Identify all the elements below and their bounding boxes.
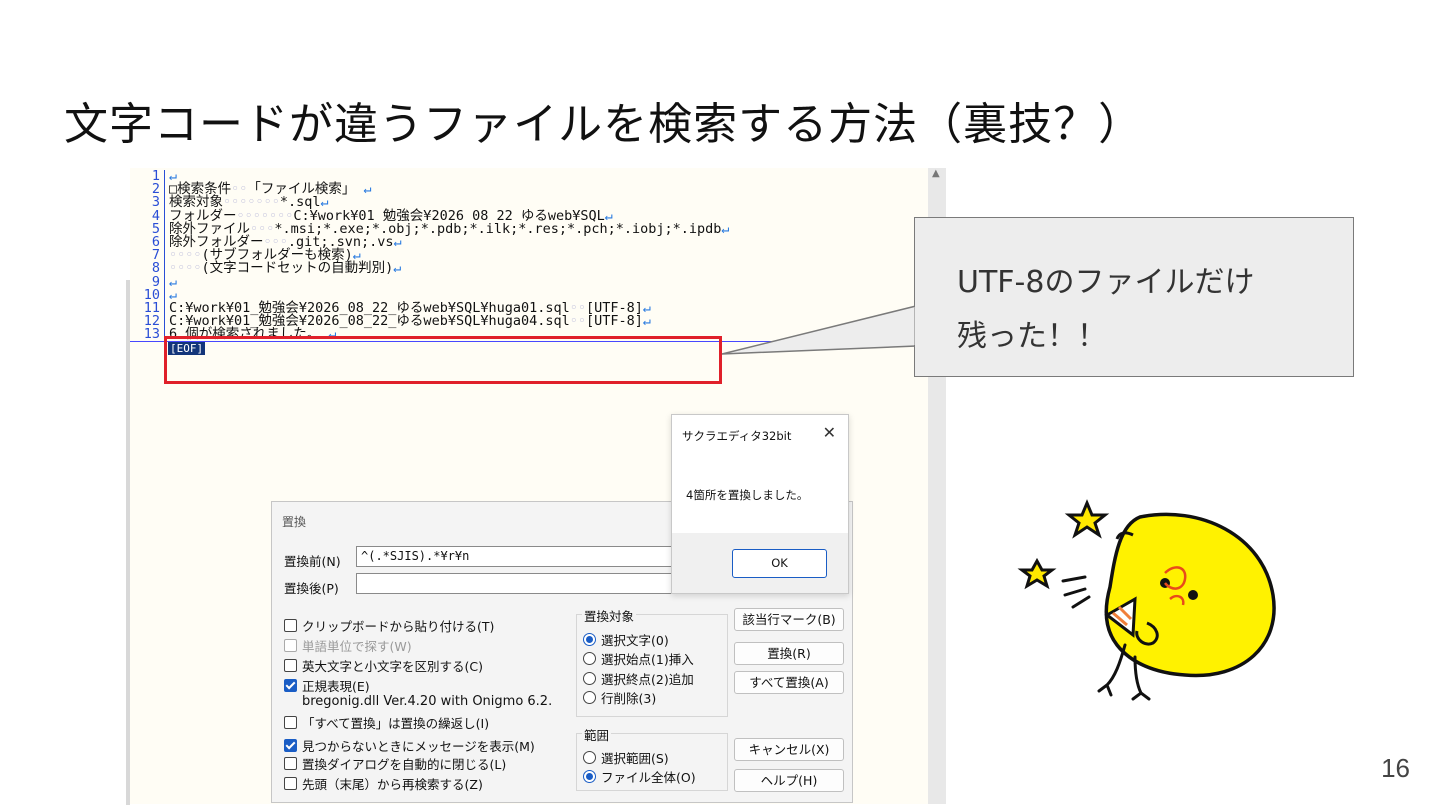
regex-library-info: bregonig.dll Ver.4.20 with Onigmo 6.2.0	[302, 694, 552, 709]
checkbox[interactable]	[284, 757, 297, 770]
replace-all-button[interactable]: すべて置換(A)	[734, 671, 844, 694]
range-group-label: 範囲	[582, 725, 612, 744]
line-text: (文字コードセットの自動判別)	[201, 260, 394, 277]
option-replace-all-repeat[interactable]: 「すべて置換」は置換の繰返し(I)	[284, 713, 489, 732]
replace-input[interactable]	[356, 573, 682, 594]
radio-selected-text[interactable]: 選択文字(0)	[583, 630, 669, 649]
radio-whole-file[interactable]: ファイル全体(O)	[583, 767, 696, 786]
option-wrap-search[interactable]: 先頭（末尾）から再検索する(Z)	[284, 774, 483, 793]
editor-line[interactable]: 9 ↵	[130, 275, 930, 289]
option-match-case[interactable]: 英大文字と小文字を区別する(C)	[284, 656, 483, 675]
whitespace-marker: ◦◦	[569, 313, 587, 330]
help-button[interactable]: ヘルプ(H)	[734, 769, 844, 792]
radio-insert-at-start[interactable]: 選択始点(1)挿入	[583, 649, 694, 668]
scroll-up-icon[interactable]: ▲	[932, 168, 940, 179]
eol-mark-icon: ↵	[363, 181, 372, 198]
line-text: [UTF-8]	[586, 313, 643, 330]
radio-button[interactable]	[583, 652, 596, 665]
find-label: 置換前(N)	[284, 554, 341, 569]
ok-button[interactable]: OK	[732, 549, 827, 578]
result-message-box: サクラエディタ32bit ✕ 4箇所を置換しました。 OK	[671, 414, 849, 594]
cancel-button[interactable]: キャンセル(X)	[734, 738, 844, 761]
result-highlight-box	[164, 336, 722, 384]
page-number: 16	[1381, 753, 1410, 783]
option-show-not-found-message[interactable]: 見つからないときにメッセージを表示(M)	[284, 736, 535, 755]
sparkle-star-icon	[1017, 499, 1110, 590]
radio-button[interactable]	[583, 672, 596, 685]
eol-mark-icon: ↵	[642, 313, 652, 330]
radio-delete-line[interactable]: 行削除(3)	[583, 688, 656, 707]
eol-mark-icon: ↵	[393, 260, 402, 277]
option-clipboard-paste[interactable]: クリップボードから貼り付ける(T)	[284, 616, 494, 635]
eol-mark-icon: ↵	[393, 233, 402, 250]
message-text: 4箇所を置換しました。	[686, 488, 809, 502]
eol-mark-icon: ↵	[721, 220, 730, 237]
speech-callout: UTF-8のファイルだけ 残った！！	[914, 217, 1354, 377]
editor-text-area[interactable]: 1 ↵ 2 □検索条件◦◦「ファイル検索」 ↵ 3 検索対象◦◦◦◦◦◦◦*.sql↵ 4 フ…	[130, 169, 930, 356]
option-auto-close-dialog[interactable]: 置換ダイアログを自動的に閉じる(L)	[284, 754, 506, 773]
checkbox	[284, 639, 297, 652]
message-box-footer: OK	[672, 533, 848, 593]
option-whole-word: 単語単位で探す(W)	[284, 636, 412, 655]
replace-label: 置換後(P)	[284, 581, 339, 596]
radio-button-selected[interactable]	[583, 770, 596, 783]
chick-illustration	[1017, 499, 1276, 701]
radio-append-at-end[interactable]: 選択終点(2)追加	[583, 669, 694, 688]
radio-button[interactable]	[583, 751, 596, 764]
checkbox[interactable]	[284, 659, 297, 672]
close-icon[interactable]: ✕	[823, 423, 836, 442]
find-input[interactable]: ^(.*SJIS).*¥r¥n	[356, 546, 682, 567]
message-box-title: サクラエディタ32bit	[682, 429, 792, 443]
callout-line-1: UTF-8のファイルだけ	[957, 265, 1255, 300]
checkbox[interactable]	[284, 619, 297, 632]
radio-button[interactable]	[583, 691, 596, 704]
radio-selection-range[interactable]: 選択範囲(S)	[583, 748, 669, 767]
checkbox-checked[interactable]	[284, 679, 297, 692]
checkbox[interactable]	[284, 716, 297, 729]
callout-line-2: 残った！！	[957, 319, 1107, 354]
replace-button[interactable]: 置換(R)	[734, 642, 844, 665]
line-number: 13	[130, 327, 165, 342]
radio-button-selected[interactable]	[583, 633, 596, 646]
checkbox[interactable]	[284, 777, 297, 790]
checkbox-checked[interactable]	[284, 739, 297, 752]
option-regex[interactable]: 正規表現(E)	[284, 676, 370, 695]
editor-line[interactable]: 8 ◦◦◦◦(文字コードセットの自動判別)↵	[130, 260, 930, 277]
slide-title: 文字コードが違うファイルを検索する方法（裏技？）	[64, 99, 1144, 150]
mark-lines-button[interactable]: 該当行マーク(B)	[734, 608, 844, 631]
dialog-title: 置換	[282, 515, 307, 529]
target-group-label: 置換対象	[582, 606, 637, 625]
